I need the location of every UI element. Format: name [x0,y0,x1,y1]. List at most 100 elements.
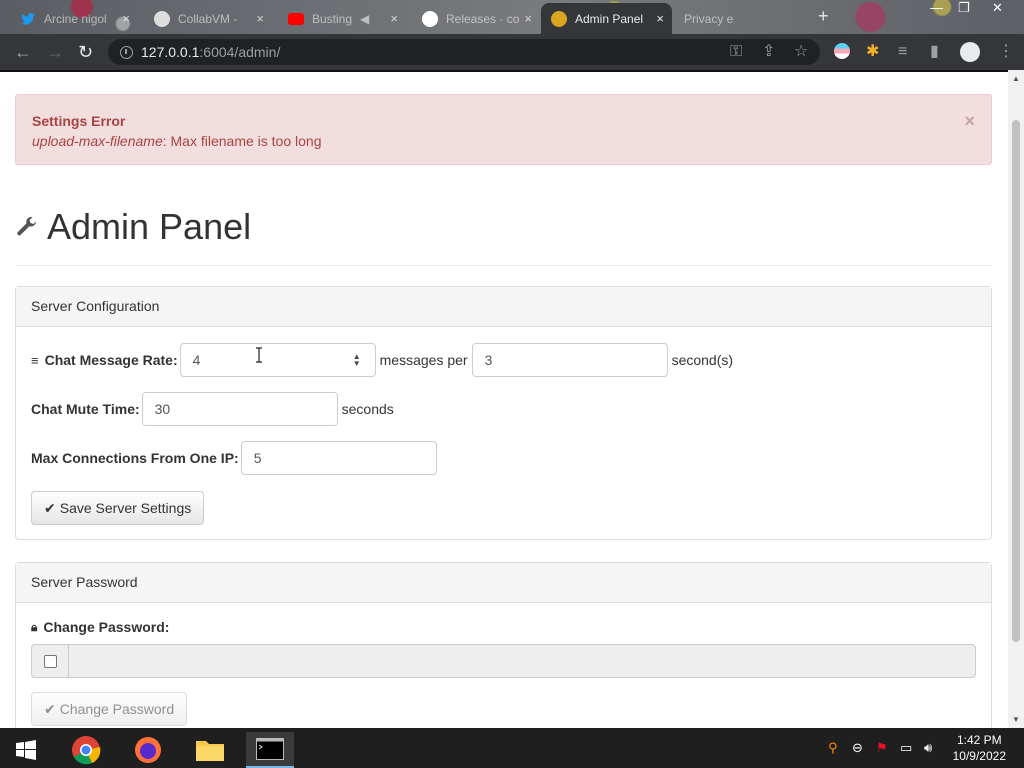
taskbar-terminal[interactable] [246,732,294,768]
settings-error-alert: Settings Error upload-max-filename: Max … [15,94,992,165]
close-icon[interactable]: × [656,11,664,26]
close-icon[interactable]: × [390,11,398,26]
close-icon[interactable]: × [256,11,264,26]
chrome-icon [72,736,101,765]
github-icon [422,10,438,27]
window-close-icon[interactable]: ✕ [992,0,1003,18]
youtube-icon [288,12,304,25]
chat-rate-messages-input[interactable]: 4 ▲ ▼ [179,343,376,377]
tab-title: Busting [312,11,353,26]
change-password-button[interactable]: ✔ Change Password [31,692,188,726]
taskbar-file-explorer[interactable] [186,732,234,768]
command-prompt-icon [256,738,284,760]
alert-title: Settings Error [32,113,126,129]
page-scrollbar[interactable]: ▲ ▼ [1008,70,1024,728]
checkmark-icon: ✔ [44,499,56,516]
scroll-up-icon[interactable]: ▲ [1012,74,1020,83]
server-password-panel: Server Password 🔒︎ Change Password: ✔ Ch… [15,562,992,728]
server-configuration-panel: Server Configuration ≡ Chat Message Rate… [15,286,992,540]
tab-collabvm[interactable]: CollabVM - × [144,3,272,34]
volume-tray-icon[interactable]: 🔊︎ [924,740,932,756]
url-path: :6004/admin/ [199,44,281,60]
change-password-row: 🔒︎ Change Password: [31,619,171,635]
scrollbar-thumb[interactable] [1012,120,1020,642]
new-tab-button[interactable]: + [818,6,829,27]
collabvm-icon [154,10,170,27]
network-tray-icon[interactable]: ▭ [900,740,912,756]
tab-title: Privacy e [684,11,734,26]
max-connections-input[interactable]: 5 [240,441,437,475]
align-left-icon: ≡ [31,352,39,368]
key-icon[interactable]: ⚿ [730,43,742,61]
page-content: Settings Error upload-max-filename: Max … [0,70,1008,728]
tab-privacy[interactable]: Privacy e [674,3,810,34]
search-tray-icon[interactable]: ⚲ [828,740,838,756]
share-icon[interactable]: ⇪ [762,43,775,61]
change-password-label: 🔒︎ Change Password: [31,619,170,635]
start-button[interactable] [2,732,50,768]
restore-icon[interactable]: ❐ [958,0,970,18]
number-stepper-icon[interactable]: ▲ ▼ [353,353,361,368]
flag-tray-icon[interactable]: ⚑ [876,740,888,756]
address-bar[interactable]: 127.0.0.1 :6004/admin/ [108,39,820,65]
media-queue-icon[interactable]: ≡ [898,43,907,61]
alert-text: : Max filename is too long [162,133,322,149]
tab-github[interactable]: Releases · co × [412,3,540,34]
checkmark-icon: ✔ [44,700,56,717]
tab-twitter[interactable]: Arcine nigol × [10,3,138,34]
lock-icon: 🔒︎ [31,619,38,634]
tab-title: Arcine nigol [44,11,107,26]
folder-icon [196,741,224,761]
clock-time: 1:42 PM [956,733,1002,747]
speaker-icon: ◀ [360,11,370,26]
url-host: 127.0.0.1 [141,44,200,60]
enable-password-checkbox[interactable] [43,654,57,668]
chat-rate-label: ≡ Chat Message Rate: [31,352,178,368]
alert-message: upload-max-filename: Max filename is too… [32,133,975,149]
tab-title: CollabVM - [178,11,238,26]
side-panel-icon[interactable]: ▮ [930,43,939,61]
taskbar-chrome[interactable] [62,732,110,768]
browser-tab-strip: Arcine nigol × CollabVM - × Busting ◀ × … [0,0,1024,34]
page-header: Admin Panel [15,206,251,248]
twitter-icon [20,11,36,27]
panel-heading: Server Password [16,563,991,603]
new-password-input[interactable] [69,644,976,678]
mute-time-label: Chat Mute Time: [31,401,140,417]
site-favicon-icon [551,10,567,27]
scroll-down-icon[interactable]: ▼ [1012,715,1020,724]
profile-avatar-icon[interactable] [960,42,980,62]
text-cursor-icon [255,347,262,363]
taskbar-firefox[interactable] [124,732,172,768]
chat-rate-seconds-input[interactable]: 3 [471,343,668,377]
tab-youtube[interactable]: Busting ◀ × [278,3,406,34]
extension-flag-icon[interactable] [834,43,850,59]
extensions-puzzle-icon[interactable]: ✱ [866,43,879,61]
tab-title: Releases · co [446,11,520,26]
change-password-input-group [31,644,976,678]
close-icon[interactable]: × [122,11,130,26]
forward-arrow-icon[interactable]: → [46,42,64,62]
browser-toolbar: ← → ↻ 127.0.0.1 :6004/admin/ ⚿ ⇪ ☆ ✱ ≡ ▮… [0,34,1024,70]
menu-kebab-icon[interactable]: ⋮ [998,43,1014,61]
site-info-icon[interactable] [120,45,133,59]
mute-time-unit: seconds [341,401,394,417]
windows-logo-icon [16,740,36,760]
taskbar-clock[interactable]: 1:42 PM 10/9/2022 [953,732,1006,764]
page-title: Admin Panel [47,206,252,247]
mute-time-input[interactable]: 30 [141,392,338,426]
back-arrow-icon[interactable]: ← [14,42,32,62]
minimize-icon[interactable]: — [930,0,943,18]
minus-circle-tray-icon[interactable]: ⊖ [852,740,863,756]
alert-close-icon[interactable]: × [964,111,975,132]
bookmark-star-icon[interactable]: ☆ [794,43,808,61]
divider [15,265,992,266]
reload-icon[interactable]: ↻ [78,42,93,62]
max-connections-label: Max Connections From One IP: [31,450,239,466]
clock-date: 10/9/2022 [952,749,1006,763]
wrench-icon [17,216,37,236]
mute-time-row: Chat Mute Time: 30 seconds [31,392,394,426]
close-icon[interactable]: × [524,11,532,26]
tab-admin-panel[interactable]: Admin Panel × [541,3,672,34]
save-server-settings-button[interactable]: ✔ Save Server Settings [31,491,205,525]
